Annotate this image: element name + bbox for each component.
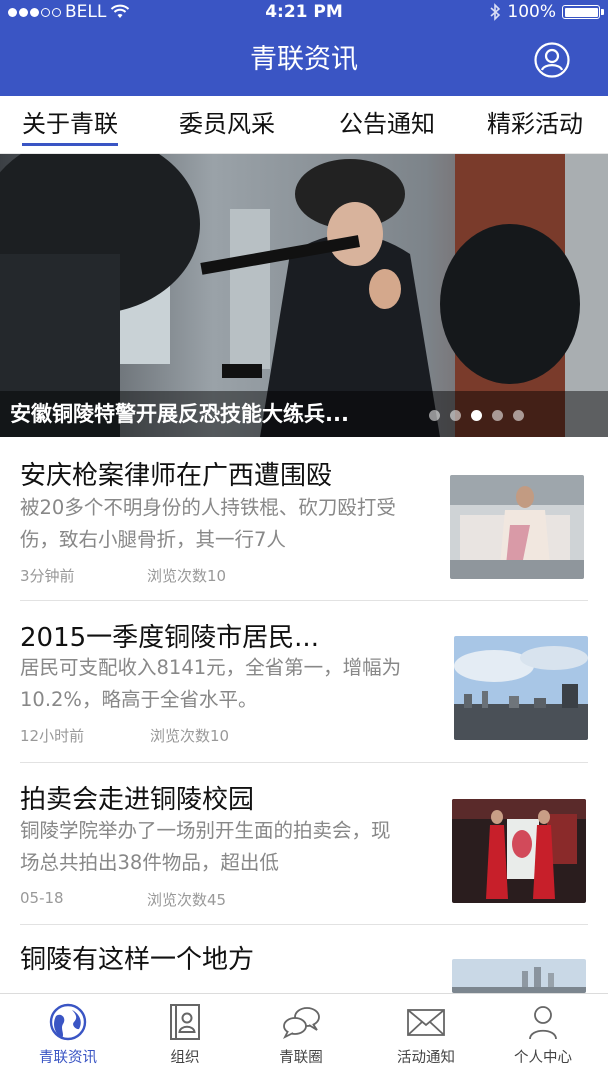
tabbar-item-activity-notices[interactable]: 活动通知	[366, 994, 486, 1073]
battery-percent: 100%	[507, 2, 556, 22]
news-title: 2015一季度铜陵市居民...	[20, 623, 319, 653]
news-title: 铜陵有这样一个地方	[20, 945, 255, 975]
tabbar-item-profile[interactable]: 个人中心	[483, 994, 603, 1073]
tabbar-item-news[interactable]: 青联资讯	[8, 994, 128, 1073]
news-item[interactable]: 铜陵有这样一个地方	[0, 925, 608, 993]
navigation-bar: 青联资讯	[0, 24, 608, 96]
tabbar-label: 组织	[170, 1050, 200, 1066]
carousel-dot[interactable]	[513, 410, 524, 421]
news-summary: 铜陵学院举办了一场别开生面的拍卖会，现场总共拍出38件物品，超出低	[20, 819, 391, 874]
envelope-icon	[407, 1009, 445, 1036]
carousel-dot[interactable]	[450, 410, 461, 421]
news-summary: 被20多个不明身份的人持铁棍、砍刀殴打受伤，致右小腿骨折，其一行7人	[20, 496, 396, 551]
carousel-indicator	[429, 410, 524, 421]
news-time: 12小时前	[20, 727, 85, 745]
tabbar-item-circle[interactable]: 青联圈	[241, 994, 361, 1073]
globe-icon	[49, 1003, 87, 1041]
status-bar-right: 100%	[489, 0, 604, 24]
person-icon	[529, 1006, 557, 1040]
carousel-dot-active[interactable]	[471, 410, 482, 421]
battery-icon	[562, 5, 604, 19]
news-item[interactable]: 2015一季度铜陵市居民... 居民可支配收入8141元，全省第一，增幅为10.…	[0, 601, 608, 762]
tabbar-label: 活动通知	[397, 1050, 455, 1066]
news-time: 05-18	[20, 889, 64, 907]
news-summary: 居民可支配收入8141元，全省第一，增幅为10.2%，略高于全省水平。	[20, 656, 402, 711]
user-circle-icon[interactable]	[534, 42, 570, 78]
banner-carousel[interactable]: 安徽铜陵特警开展反恐技能大练兵...	[0, 154, 608, 437]
tab-activities[interactable]: 精彩活动	[487, 96, 583, 154]
news-views: 浏览次数10	[150, 727, 230, 745]
tabbar-label: 个人中心	[514, 1050, 572, 1066]
news-thumbnail	[452, 799, 586, 903]
tabbar-label: 青联圈	[279, 1050, 323, 1066]
news-item[interactable]: 安庆枪案律师在广西遭围殴 被20多个不明身份的人持铁棍、砍刀殴打受伤，致右小腿骨…	[0, 437, 608, 600]
status-bar: BELL 4:21 PM 100%	[0, 0, 608, 24]
news-title: 拍卖会走进铜陵校园	[20, 785, 255, 815]
news-thumbnail	[452, 959, 586, 993]
news-views: 浏览次数10	[147, 567, 227, 585]
banner-caption: 安徽铜陵特警开展反恐技能大练兵...	[10, 402, 349, 426]
bottom-tab-bar: 青联资讯 组织 青联圈 活动通知 个人中心	[0, 993, 608, 1073]
news-title: 安庆枪案律师在广西遭围殴	[20, 461, 333, 491]
news-thumbnail	[450, 475, 584, 579]
news-views: 浏览次数45	[147, 891, 227, 909]
news-time: 3分钟前	[20, 567, 75, 585]
tabbar-item-organization[interactable]: 组织	[125, 994, 245, 1073]
carousel-dot[interactable]	[492, 410, 503, 421]
carousel-dot[interactable]	[429, 410, 440, 421]
tabbar-label: 青联资讯	[39, 1050, 97, 1066]
bluetooth-icon	[490, 3, 501, 21]
news-thumbnail	[454, 636, 588, 740]
tab-members[interactable]: 委员风采	[179, 96, 275, 154]
chat-bubbles-icon	[282, 1007, 320, 1040]
category-tabs: 关于青联 委员风采 公告通知 精彩活动	[0, 96, 608, 154]
tab-announcements[interactable]: 公告通知	[339, 96, 435, 154]
news-item[interactable]: 拍卖会走进铜陵校园 铜陵学院举办了一场别开生面的拍卖会，现场总共拍出38件物品，…	[0, 763, 608, 924]
tab-about[interactable]: 关于青联	[22, 96, 118, 154]
contacts-book-icon	[170, 1004, 200, 1040]
page-title: 青联资讯	[250, 44, 358, 75]
